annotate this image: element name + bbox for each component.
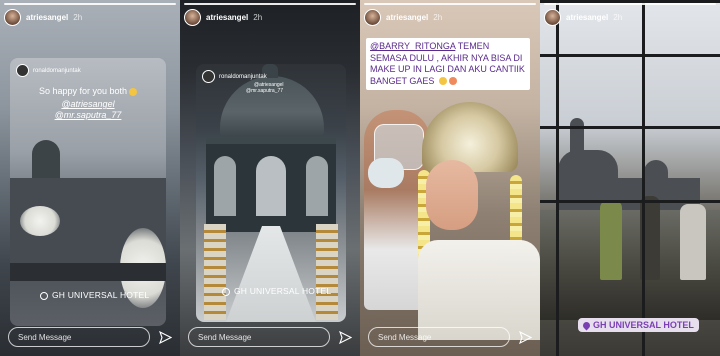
stories-strip: atriesangel 2h ronaldomanjuntak So happy… bbox=[0, 0, 720, 356]
heart-face-emoji-icon bbox=[448, 77, 457, 86]
photo-person-bride bbox=[426, 160, 478, 230]
shared-story-card[interactable]: ronaldomanjuntak @atriesangel @mr.saputr… bbox=[196, 64, 346, 322]
story-timestamp: 2h bbox=[613, 12, 623, 22]
avatar[interactable] bbox=[4, 8, 21, 26]
shared-from: ronaldomanjuntak bbox=[16, 64, 81, 77]
send-message-placeholder: Send Message bbox=[198, 332, 252, 342]
mention-tag[interactable]: @BARRY_RITONGA bbox=[370, 41, 455, 51]
story-progress-bar bbox=[4, 3, 176, 5]
bridal-crown bbox=[422, 102, 518, 172]
story-timestamp: 2h bbox=[253, 12, 263, 22]
story-3[interactable]: atriesangel 2h @BARRY_RITONGA TEMEN SEMA… bbox=[360, 0, 540, 356]
story-header: atriesangel 2h bbox=[364, 8, 536, 26]
mention-tag[interactable]: @mr.saputra_77 bbox=[10, 110, 166, 120]
location-pin-icon bbox=[40, 291, 48, 300]
send-arrow-icon[interactable] bbox=[338, 330, 352, 344]
story-progress-bar bbox=[184, 3, 356, 5]
window-mullion bbox=[540, 54, 720, 57]
story-footer: Send Message bbox=[188, 326, 352, 348]
story-footer: Send Message bbox=[368, 326, 532, 348]
location-sticker[interactable]: GH UNIVERSAL HOTEL bbox=[222, 286, 331, 296]
mention-tag[interactable]: @mr.saputra_77 bbox=[246, 88, 283, 94]
location-pin-icon bbox=[581, 320, 592, 330]
story-timestamp: 2h bbox=[433, 12, 443, 22]
caption-text: So happy for you both bbox=[38, 86, 128, 96]
window-mullion bbox=[540, 126, 720, 129]
location-sticker[interactable]: GH UNIVERSAL HOTEL bbox=[578, 318, 699, 332]
story-text-overlay: @BARRY_RITONGA TEMEN SEMASA DULU , AKHIR… bbox=[366, 38, 530, 90]
location-label: GH UNIVERSAL HOTEL bbox=[52, 290, 150, 300]
story-2[interactable]: atriesangel 2h ronaldomanjuntak @atriesa… bbox=[180, 0, 360, 356]
shared-username: ronaldomanjuntak bbox=[33, 67, 81, 74]
avatar[interactable] bbox=[364, 8, 381, 26]
side-arch bbox=[306, 156, 328, 216]
shared-avatar bbox=[202, 70, 215, 83]
story-footer: Send Message bbox=[8, 326, 172, 348]
send-message-input[interactable]: Send Message bbox=[8, 327, 150, 347]
story-1[interactable]: atriesangel 2h ronaldomanjuntak So happy… bbox=[0, 0, 180, 356]
location-sticker[interactable]: GH UNIVERSAL HOTEL bbox=[40, 290, 149, 300]
shared-avatar bbox=[16, 64, 29, 77]
story-progress-bar bbox=[544, 3, 716, 5]
mention-tag[interactable]: @atriesangel bbox=[10, 99, 166, 109]
send-message-input[interactable]: Send Message bbox=[368, 327, 510, 347]
window-mullion bbox=[642, 0, 645, 356]
avatar[interactable] bbox=[184, 8, 201, 26]
face-mask bbox=[368, 158, 404, 188]
location-label: GH UNIVERSAL HOTEL bbox=[593, 320, 694, 330]
avatar[interactable] bbox=[544, 8, 561, 26]
shared-username: ronaldomanjuntak bbox=[219, 73, 267, 80]
flower-decoration bbox=[20, 206, 60, 236]
story-username[interactable]: atriesangel bbox=[26, 13, 68, 22]
story-timestamp: 2h bbox=[73, 12, 83, 22]
side-arch bbox=[214, 156, 236, 216]
story-progress-bar bbox=[364, 3, 536, 5]
location-pin-icon bbox=[222, 287, 230, 296]
story-header: atriesangel 2h bbox=[544, 8, 716, 26]
send-message-placeholder: Send Message bbox=[378, 332, 432, 342]
window-frame bbox=[540, 0, 720, 356]
send-message-placeholder: Send Message bbox=[18, 332, 72, 342]
smiling-face-emoji-icon bbox=[438, 77, 447, 86]
story-header: atriesangel 2h bbox=[4, 8, 176, 26]
shared-story-card[interactable]: ronaldomanjuntak So happy for you both @… bbox=[10, 58, 166, 326]
bridal-dress bbox=[418, 240, 540, 340]
send-message-input[interactable]: Send Message bbox=[188, 327, 330, 347]
chair-row-right bbox=[316, 224, 338, 320]
story-caption: So happy for you both bbox=[10, 86, 166, 96]
chair-row-left bbox=[204, 224, 226, 320]
send-arrow-icon[interactable] bbox=[158, 330, 172, 344]
story-header: atriesangel 2h bbox=[184, 8, 356, 26]
send-arrow-icon[interactable] bbox=[518, 330, 532, 344]
story-username[interactable]: atriesangel bbox=[386, 13, 428, 22]
location-label: GH UNIVERSAL HOTEL bbox=[234, 286, 332, 296]
story-4[interactable]: atriesangel 2h GH UNIVERSAL HOTEL bbox=[540, 0, 720, 356]
terrace-railing bbox=[10, 263, 166, 281]
smiling-face-emoji-icon bbox=[129, 87, 138, 96]
window-mullion bbox=[556, 0, 559, 356]
story-username[interactable]: atriesangel bbox=[206, 13, 248, 22]
story-username[interactable]: atriesangel bbox=[566, 13, 608, 22]
center-arch bbox=[256, 156, 286, 216]
window-mullion bbox=[540, 200, 720, 203]
wedding-aisle bbox=[226, 226, 316, 322]
